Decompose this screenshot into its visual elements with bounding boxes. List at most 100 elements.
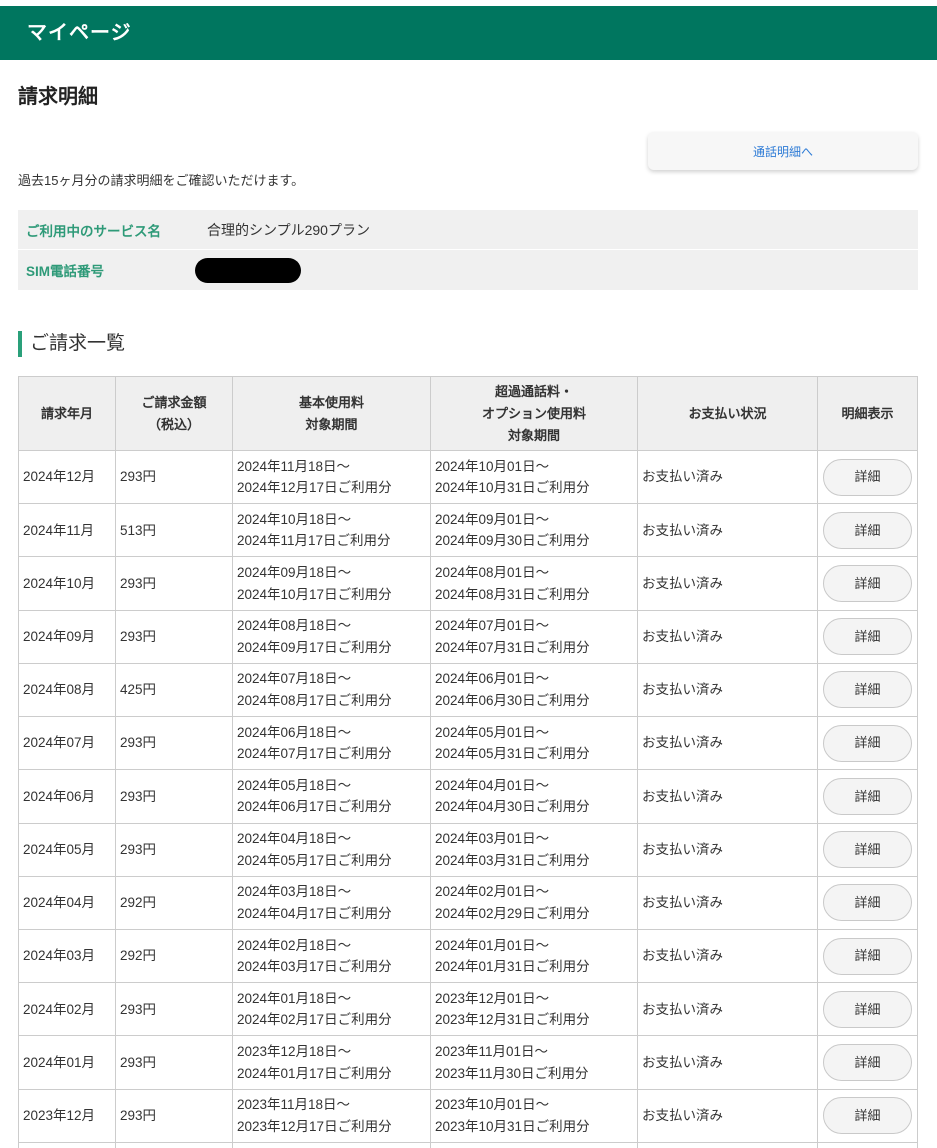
app-title[interactable]: マイページ: [27, 6, 132, 60]
basic-period-start: 2023年12月18日～: [237, 1044, 352, 1060]
option-period-end: 2024年01月31日ご利用分: [435, 959, 590, 975]
detail-button[interactable]: 詳細: [823, 671, 912, 709]
option-period-start: 2024年04月01日～: [435, 777, 550, 793]
detail-cell: 詳細: [818, 770, 918, 824]
payment-status-cell: お支払い済み: [638, 1036, 818, 1090]
billing-month-cell: 2024年10月: [19, 557, 116, 611]
billing-table: 請求年月 ご請求金額 （税込） 基本使用料 対象期間 超過通話料・ オプション使用料 …: [18, 376, 918, 1148]
amount-cell: 293円: [116, 717, 233, 771]
basic-period-end: 2024年01月17日ご利用分: [237, 1065, 392, 1081]
amount-cell: 513円: [116, 504, 233, 558]
billing-month-cell: 2024年09月: [19, 610, 116, 664]
detail-button[interactable]: 詳細: [823, 565, 912, 603]
basic-period-cell: 2023年11月18日～ 2023年12月17日ご利用分: [233, 1089, 431, 1143]
billing-month-cell: 2024年03月: [19, 929, 116, 984]
option-period-end: 2024年10月31日ご利用分: [435, 480, 590, 496]
option-period-cell: 2024年02月01日～ 2024年02月29日ご利用分: [431, 876, 638, 930]
detail-button[interactable]: 詳細: [823, 1097, 912, 1135]
table-cell-partial: [116, 1142, 233, 1148]
option-period-cell: 2024年08月01日～ 2024年08月31日ご利用分: [431, 557, 638, 611]
redacted-phone-number: [195, 257, 301, 283]
basic-period-end: 2023年12月17日ご利用分: [237, 1118, 392, 1134]
option-period-end: 2024年04月30日ご利用分: [435, 799, 590, 815]
detail-cell: 詳細: [818, 610, 918, 664]
basic-period-cell: 2024年09月18日～ 2024年10月17日ご利用分: [233, 557, 431, 611]
option-period-end: 2023年12月31日ご利用分: [435, 1012, 590, 1028]
amount-cell: 293円: [116, 610, 233, 664]
basic-period-cell: 2024年02月18日～ 2024年03月17日ご利用分: [233, 929, 431, 984]
detail-cell: 詳細: [818, 717, 918, 771]
billing-month-cell: 2024年04月: [19, 876, 116, 930]
option-period-start: 2023年11月01日～: [435, 1044, 549, 1060]
payment-status-cell: お支払い済み: [638, 451, 818, 505]
billing-month-cell: 2024年08月: [19, 663, 116, 718]
basic-period-end: 2024年07月17日ご利用分: [237, 746, 392, 762]
sim-number-value: [195, 250, 301, 290]
table-cell-partial: [818, 1142, 918, 1148]
option-period-cell: 2023年11月01日～ 2023年11月30日ご利用分: [431, 1036, 638, 1090]
payment-status-cell: お支払い済み: [638, 876, 818, 930]
option-period-cell: 2023年12月01日～ 2023年12月31日ご利用分: [431, 983, 638, 1037]
basic-period-cell: 2024年07月18日～ 2024年08月17日ご利用分: [233, 663, 431, 718]
billing-month-cell: 2024年07月: [19, 717, 116, 771]
basic-period-start: 2024年06月18日～: [237, 724, 352, 740]
billing-month-cell: 2024年12月: [19, 451, 116, 505]
detail-button[interactable]: 詳細: [823, 458, 912, 496]
detail-button[interactable]: 詳細: [823, 831, 912, 869]
detail-cell: 詳細: [818, 663, 918, 718]
amount-cell: 293円: [116, 451, 233, 505]
app-header: マイページ: [0, 6, 937, 60]
amount-cell: 293円: [116, 823, 233, 877]
page-title: 請求明細: [18, 86, 98, 108]
detail-button[interactable]: 詳細: [823, 724, 912, 762]
basic-period-end: 2024年03月17日ご利用分: [237, 959, 392, 975]
option-period-start: 2023年10月01日～: [435, 1097, 550, 1113]
basic-period-end: 2024年05月17日ご利用分: [237, 852, 392, 868]
detail-button[interactable]: 詳細: [823, 884, 912, 922]
basic-period-cell: 2024年05月18日～ 2024年06月17日ご利用分: [233, 770, 431, 824]
column-header-payment-status: お支払い状況: [638, 377, 818, 451]
amount-cell: 292円: [116, 876, 233, 930]
basic-period-end: 2024年10月17日ご利用分: [237, 586, 392, 602]
detail-button[interactable]: 詳細: [823, 618, 912, 656]
payment-status-cell: お支払い済み: [638, 770, 818, 824]
detail-cell: 詳細: [818, 1036, 918, 1090]
detail-button[interactable]: 詳細: [823, 937, 912, 975]
basic-period-end: 2024年04月17日ご利用分: [237, 905, 392, 921]
basic-period-end: 2024年08月17日ご利用分: [237, 692, 392, 708]
detail-button[interactable]: 詳細: [823, 511, 912, 549]
basic-period-cell: 2024年04月18日～ 2024年05月17日ご利用分: [233, 823, 431, 877]
amount-cell: 293円: [116, 1036, 233, 1090]
billing-month-cell: 2024年05月: [19, 823, 116, 877]
option-period-start: 2024年07月01日～: [435, 618, 550, 634]
table-cell-partial: [19, 1142, 116, 1148]
basic-period-start: 2024年01月18日～: [237, 990, 352, 1006]
option-period-cell: 2024年07月01日～ 2024年07月31日ご利用分: [431, 610, 638, 664]
billing-month-cell: 2024年02月: [19, 983, 116, 1037]
option-period-cell: 2024年03月01日～ 2024年03月31日ご利用分: [431, 823, 638, 877]
billing-month-cell: 2024年06月: [19, 770, 116, 824]
detail-button[interactable]: 詳細: [823, 777, 912, 815]
basic-period-end: 2024年12月17日ご利用分: [237, 480, 392, 496]
service-name-label: ご利用中のサービス名: [26, 223, 161, 239]
option-period-end: 2024年03月31日ご利用分: [435, 852, 590, 868]
option-period-start: 2024年08月01日～: [435, 565, 550, 581]
service-info-table: ご利用中のサービス名 合理的シンプル290プラン SIM電話番号: [18, 210, 918, 290]
billing-month-cell: 2023年12月: [19, 1089, 116, 1143]
detail-cell: 詳細: [818, 823, 918, 877]
payment-status-cell: お支払い済み: [638, 823, 818, 877]
basic-period-start: 2024年11月18日～: [237, 458, 351, 474]
detail-button[interactable]: 詳細: [823, 1044, 912, 1082]
option-period-start: 2023年12月01日～: [435, 990, 550, 1006]
option-period-end: 2024年02月29日ご利用分: [435, 905, 590, 921]
column-header-detail: 明細表示: [818, 377, 918, 451]
basic-period-cell: 2024年03月18日～ 2024年04月17日ご利用分: [233, 876, 431, 930]
billing-list-heading: ご請求一覧: [18, 331, 125, 357]
amount-cell: 293円: [116, 983, 233, 1037]
basic-period-cell: 2024年08月18日～ 2024年09月17日ご利用分: [233, 610, 431, 664]
payment-status-cell: お支払い済み: [638, 610, 818, 664]
call-detail-button[interactable]: 通話明細へ: [648, 132, 918, 170]
basic-period-start: 2024年07月18日～: [237, 671, 352, 687]
payment-status-cell: お支払い済み: [638, 504, 818, 558]
detail-button[interactable]: 詳細: [823, 990, 912, 1028]
